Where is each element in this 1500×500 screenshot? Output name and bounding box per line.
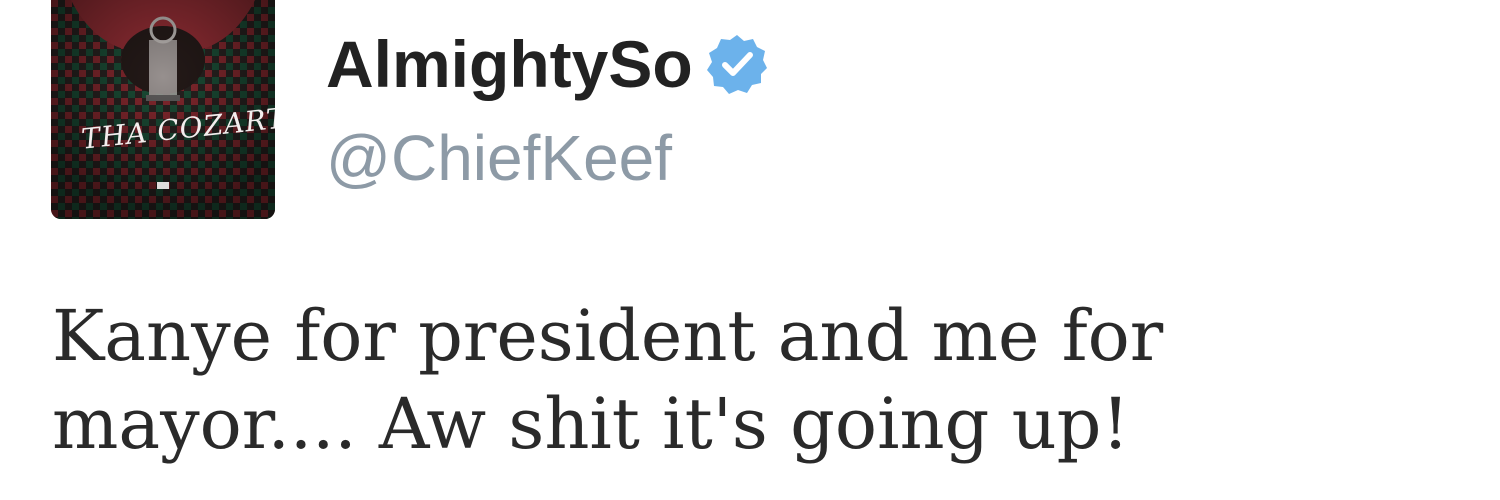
- verified-badge-icon: [705, 32, 769, 96]
- user-name-row: AlmightySo: [326, 24, 769, 104]
- tweet-text: Kanye for president and me for mayor....…: [52, 295, 1164, 466]
- display-name[interactable]: AlmightySo: [326, 31, 693, 97]
- avatar[interactable]: THA COZART: [51, 0, 275, 219]
- tweet-card: THA COZART AlmightySo @ChiefKeef Kanye f…: [0, 0, 1500, 500]
- user-handle[interactable]: @ChiefKeef: [326, 126, 672, 190]
